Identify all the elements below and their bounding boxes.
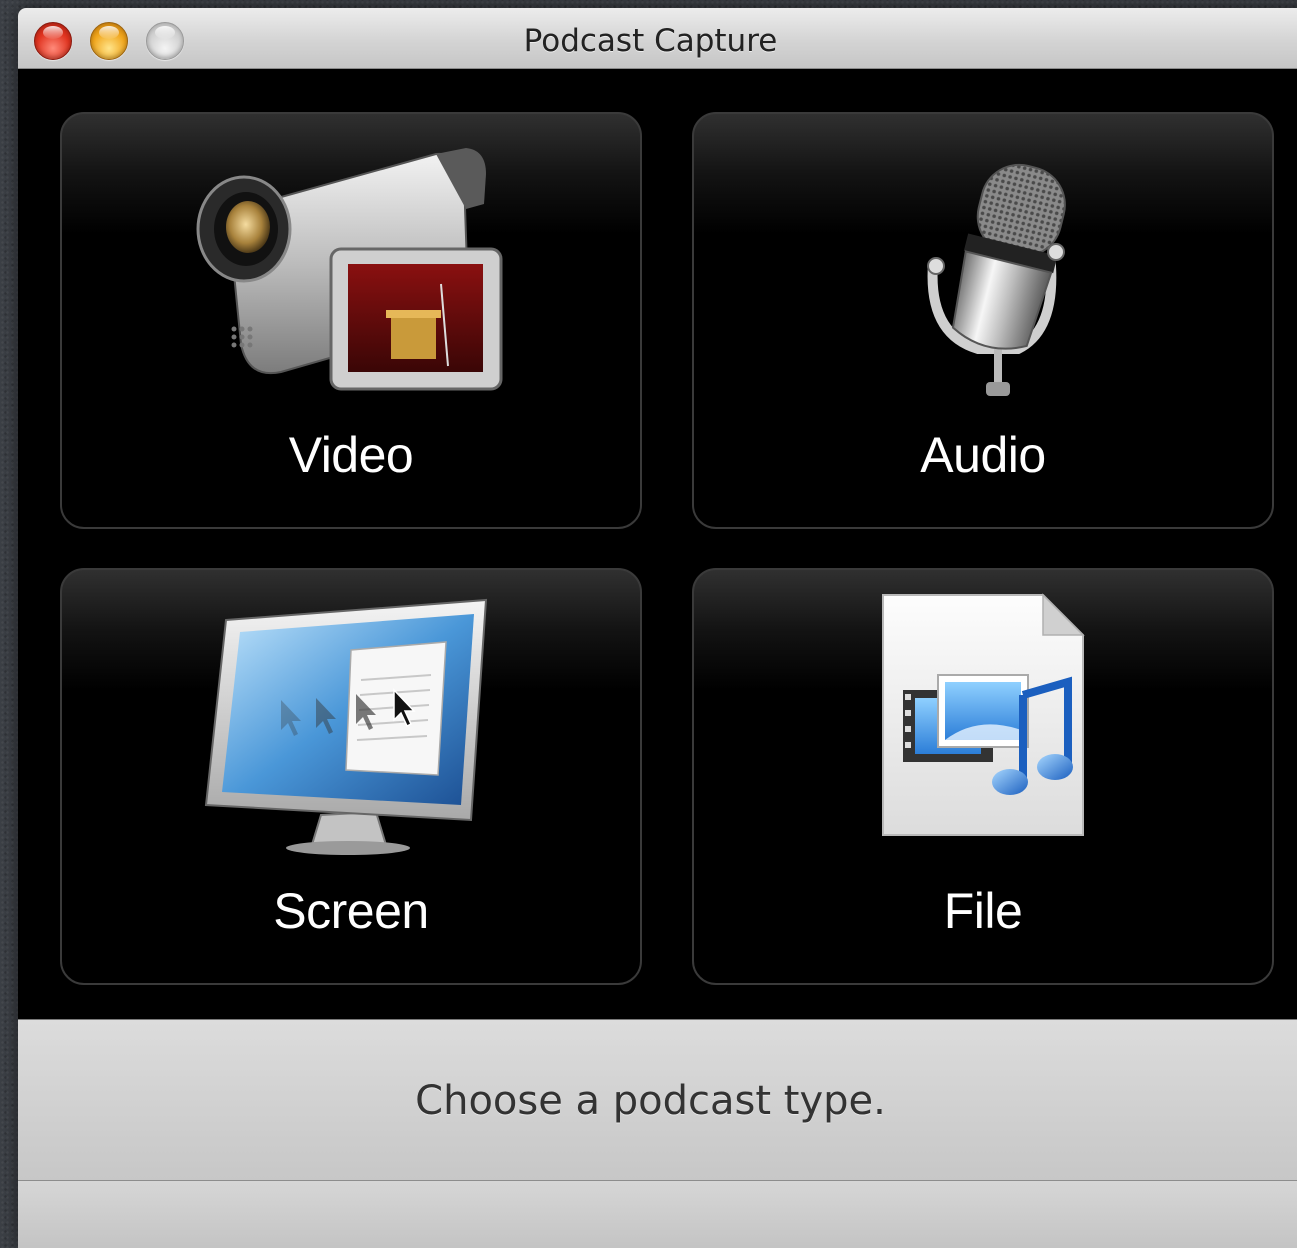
- media-file-icon: [882, 593, 1085, 836]
- file-label: File: [943, 883, 1023, 939]
- podcast-capture-window: Podcast Capture Video Audio Screen File …: [18, 8, 1297, 1248]
- window-title: Podcast Capture: [523, 23, 778, 59]
- video-option-button[interactable]: Video: [60, 112, 642, 529]
- audio-label: Audio: [920, 427, 1046, 483]
- video-label: Video: [288, 427, 414, 483]
- title-bar[interactable]: Podcast Capture: [18, 8, 1297, 69]
- bottom-toolbar: [18, 1181, 1297, 1248]
- display-screen-icon: [204, 598, 488, 855]
- video-camera-icon: [196, 148, 503, 391]
- audio-option-button[interactable]: Audio: [692, 112, 1274, 529]
- file-option-button[interactable]: File: [692, 568, 1274, 985]
- screen-label: Screen: [273, 883, 429, 939]
- screen-option-button[interactable]: Screen: [60, 568, 642, 985]
- microphone-icon: [927, 163, 1066, 396]
- status-bar: Choose a podcast type.: [18, 1019, 1297, 1182]
- status-message: Choose a podcast type.: [415, 1078, 886, 1124]
- podcast-type-grid: Video Audio Screen File: [18, 69, 1297, 1019]
